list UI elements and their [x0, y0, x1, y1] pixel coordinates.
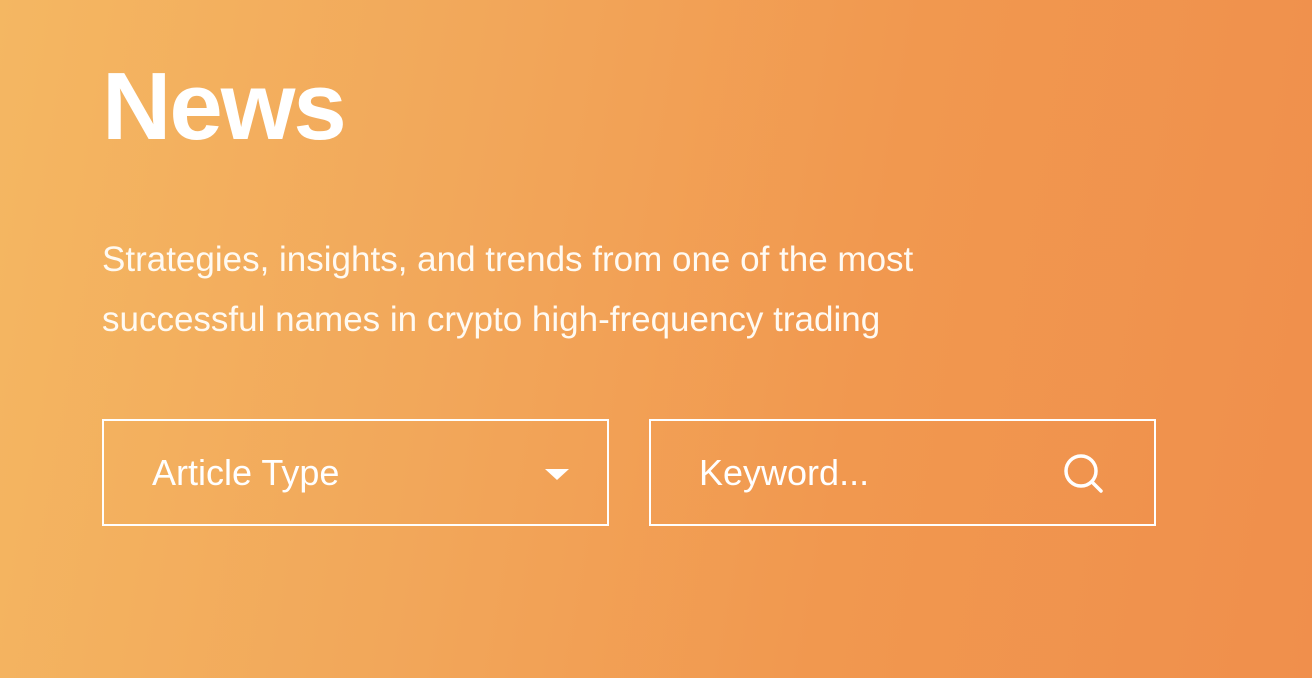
page-subtitle: Strategies, insights, and trends from on… [102, 240, 914, 339]
filter-bar: Article Type [102, 419, 1156, 526]
article-type-dropdown[interactable]: Article Type [102, 419, 609, 526]
article-type-label: Article Type [152, 452, 340, 493]
news-hero: News Strategies, insights, and trends fr… [102, 0, 1212, 678]
keyword-search-input[interactable] [699, 449, 1039, 497]
search-icon[interactable] [1063, 453, 1107, 497]
page-title: News [102, 53, 347, 160]
chevron-down-icon [545, 469, 569, 480]
keyword-search-box[interactable] [649, 419, 1156, 526]
